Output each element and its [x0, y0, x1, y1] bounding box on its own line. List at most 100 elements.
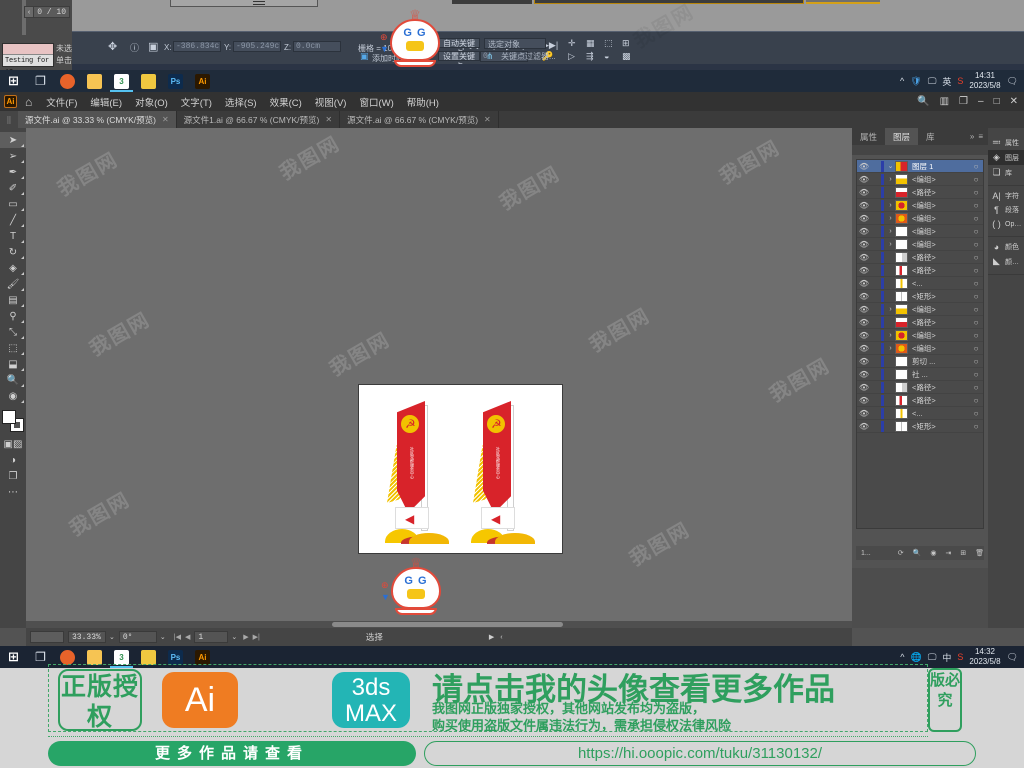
document-tab-1-close-icon[interactable]: ✕	[325, 115, 332, 124]
search-icon[interactable]: 🔍	[917, 96, 929, 107]
layers-dock-icon[interactable]: ◈ 图层	[988, 150, 1024, 165]
info-icon[interactable]: ⓘ	[130, 41, 139, 54]
layer-target-1[interactable]: ○	[969, 175, 983, 184]
layer-target-14[interactable]: ○	[969, 344, 983, 353]
selected-object-select[interactable]: 选定对象	[484, 38, 546, 49]
current-tool-label[interactable]: 选择	[366, 631, 383, 643]
layer-row-5[interactable]: 👁 › <编组> ○	[857, 225, 983, 238]
locate-object-icon[interactable]: ⟳	[898, 549, 904, 557]
layer-target-4[interactable]: ○	[969, 214, 983, 223]
home-icon[interactable]: ⌂	[25, 95, 32, 109]
opentype-dock-icon[interactable]: ( ) Op…	[988, 217, 1024, 231]
layer-expand-toggle-13[interactable]: ›	[886, 332, 895, 339]
layer-target-2[interactable]: ○	[969, 188, 983, 197]
status-expand-icon[interactable]: ▶	[489, 633, 494, 641]
layer-visibility-toggle-17[interactable]: 👁	[857, 383, 871, 392]
color-dock-icon[interactable]: ◕ 颜色	[988, 240, 1024, 254]
direct-selection-tool[interactable]: ➢	[0, 148, 26, 164]
create-sublayer-icon[interactable]: ⇥	[945, 549, 951, 557]
layer-visibility-toggle-4[interactable]: 👁	[857, 214, 871, 223]
layer-row-1[interactable]: 👁 › <编组> ○	[857, 173, 983, 186]
illustrator-button-top[interactable]: Ai	[189, 70, 216, 92]
rotation-dropdown-icon[interactable]: ⌄	[160, 633, 166, 641]
artwork-pylon-left[interactable]: ☭ 社区党群服务中心 ◀	[381, 395, 453, 545]
layer-name-8[interactable]: <路径>	[912, 265, 969, 276]
layer-row-4[interactable]: 👁 › <编组> ○	[857, 212, 983, 225]
file-explorer-button-top[interactable]	[81, 70, 108, 92]
key-filter-icon[interactable]: ⋔	[486, 51, 494, 62]
layer-expand-toggle-0[interactable]: ⌄	[886, 162, 895, 170]
layer-target-6[interactable]: ○	[969, 240, 983, 249]
line-segment-tool[interactable]: ╱	[0, 212, 26, 228]
start-button[interactable]: ⊞	[0, 646, 27, 668]
tab-libraries[interactable]: 库	[918, 128, 943, 145]
banner-cta-button[interactable]: 更多作品请查看	[48, 741, 416, 766]
artboard-next-button[interactable]: ▶	[243, 633, 248, 641]
curvature-tool[interactable]: ✐	[0, 180, 26, 196]
coord-y-field[interactable]: -905.249c	[233, 41, 281, 52]
zoom-tool[interactable]: 🔍	[0, 372, 26, 388]
layer-expand-toggle-14[interactable]: ›	[886, 345, 895, 352]
scale-tool[interactable]: ⤡	[0, 324, 26, 340]
photoshop-button-top[interactable]: Ps	[162, 70, 189, 92]
layer-target-9[interactable]: ○	[969, 279, 983, 288]
tab-layers[interactable]: 图层	[885, 128, 919, 145]
layer-row-15[interactable]: 👁 剪切 ... ○	[857, 355, 983, 368]
fill-stroke-swatches[interactable]	[2, 410, 24, 432]
document-tab-0-close-icon[interactable]: ✕	[162, 115, 169, 124]
layer-row-11[interactable]: 👁 › <编组> ○	[857, 303, 983, 316]
layer-name-10[interactable]: <矩形>	[912, 291, 969, 302]
banner-url[interactable]: https://hi.ooopic.com/tuku/31130132/	[424, 741, 976, 766]
layer-target-13[interactable]: ○	[969, 331, 983, 340]
free-transform-tool[interactable]: ⬚	[0, 340, 26, 356]
layer-target-12[interactable]: ○	[969, 318, 983, 327]
rectangle-tool[interactable]: ▭	[0, 196, 26, 212]
layer-target-16[interactable]: ○	[969, 370, 983, 379]
layer-visibility-toggle-11[interactable]: 👁	[857, 305, 871, 314]
paintbrush-tool[interactable]: 🖌	[0, 276, 26, 292]
coord-x-field[interactable]: -386.834c	[173, 41, 221, 52]
tray-notifications-icon[interactable]: 🗨	[1007, 652, 1018, 663]
layer-target-10[interactable]: ○	[969, 292, 983, 301]
close-button[interactable]: ✕	[1010, 96, 1018, 107]
layer-row-18[interactable]: 👁 <路径> ○	[857, 394, 983, 407]
layer-row-0[interactable]: 👁 ⌄ 图层 1 ○	[857, 160, 983, 173]
layer-name-3[interactable]: <编组>	[912, 200, 969, 211]
fill-swatch[interactable]	[2, 410, 16, 424]
layer-name-12[interactable]: <路径>	[912, 317, 969, 328]
layer-visibility-toggle-20[interactable]: 👁	[857, 422, 871, 431]
layer-target-17[interactable]: ○	[969, 383, 983, 392]
character-dock-icon[interactable]: A| 字符	[988, 189, 1024, 203]
layer-name-17[interactable]: <路径>	[912, 382, 969, 393]
zoom-dropdown-icon[interactable]: ⌄	[109, 633, 115, 641]
rotation-field[interactable]: 0°	[118, 631, 157, 643]
layer-name-2[interactable]: <路径>	[912, 187, 969, 198]
color-swatch-dialog[interactable]: Testing for AI	[2, 43, 54, 77]
screen-mode-icon[interactable]: ❐	[0, 468, 26, 484]
absolute-mode-icon[interactable]: ▣	[148, 40, 158, 53]
layer-visibility-toggle-9[interactable]: 👁	[857, 279, 871, 288]
layer-visibility-toggle-8[interactable]: 👁	[857, 266, 871, 275]
layer-visibility-toggle-14[interactable]: 👁	[857, 344, 871, 353]
layer-target-0[interactable]: ○	[969, 162, 983, 171]
layer-target-3[interactable]: ○	[969, 201, 983, 210]
3dsmax-button-top[interactable]: 3	[108, 70, 135, 92]
layer-row-19[interactable]: 👁 <... ○	[857, 407, 983, 420]
arrange-documents-icon[interactable]: ▥	[940, 96, 949, 107]
eyedropper-tool[interactable]: ⚲	[0, 308, 26, 324]
layer-name-0[interactable]: 图层 1	[912, 161, 969, 172]
layer-row-20[interactable]: 👁 <矩形> ○	[857, 420, 983, 433]
maximize-viewport-icon[interactable]: ⊞	[622, 38, 630, 49]
document-tab-2[interactable]: 源文件.ai @ 66.67 % (CMYK/预览) ✕	[340, 111, 499, 128]
paragraph-dock-icon[interactable]: ¶ 段落	[988, 203, 1024, 217]
tray-network-icon[interactable]: 🌐	[910, 652, 921, 663]
gradient-tool[interactable]: ▤	[0, 292, 26, 308]
layer-visibility-toggle-18[interactable]: 👁	[857, 396, 871, 405]
make-clipping-mask-icon[interactable]: ◉	[930, 549, 936, 557]
scrollbar-thumb[interactable]	[331, 622, 563, 627]
layer-target-8[interactable]: ○	[969, 266, 983, 275]
layer-row-16[interactable]: 👁 社 ... ○	[857, 368, 983, 381]
layers-list[interactable]: 👁 ⌄ 图层 1 ○ 👁 › <编组> ○ 👁 <路径> ○ 👁 › <编组> ○ 👁 › <编组> ○ 👁 › <编组>…	[856, 159, 984, 529]
layer-name-1[interactable]: <编组>	[912, 174, 969, 185]
layer-expand-toggle-1[interactable]: ›	[886, 176, 895, 183]
